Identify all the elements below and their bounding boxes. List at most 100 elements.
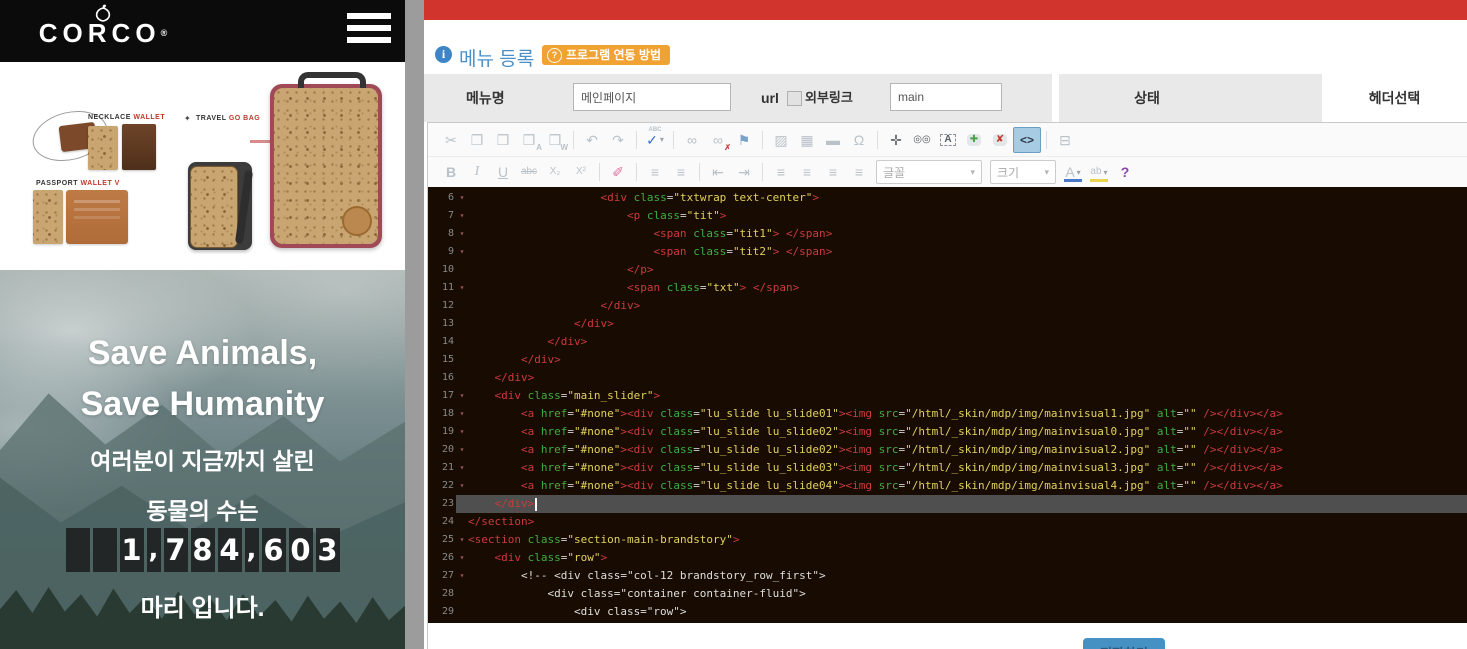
code-line-9[interactable]: 9▾ <span class="tit2"> </span> [428, 243, 1467, 261]
code-line-8[interactable]: 8▾ <span class="tit1"> </span> [428, 225, 1467, 243]
code-line-17[interactable]: 17▾ <div class="main_slider"> [428, 387, 1467, 405]
maximize-button[interactable]: ✛ [883, 128, 909, 152]
url-label: url [761, 74, 779, 122]
code-line-26[interactable]: 26▾ <div class="row"> [428, 549, 1467, 567]
fold-arrow-icon[interactable]: ▾ [456, 207, 468, 225]
code-line-23[interactable]: 23 </div> [428, 495, 1467, 513]
small-backpack-image[interactable] [188, 162, 252, 250]
size-select[interactable]: 크기▾ [990, 160, 1056, 184]
cut-button[interactable]: ✂ [438, 128, 464, 152]
hamburger-menu-icon[interactable] [347, 13, 391, 45]
code-line-22[interactable]: 22▾ <a href="#none"><div class="lu_slide… [428, 477, 1467, 495]
subscript-button[interactable]: X₂ [542, 160, 568, 184]
code-line-6[interactable]: 6▾ <div class="txtwrap text-center"> [428, 189, 1467, 207]
undo-button[interactable]: ↶ [579, 128, 605, 152]
code-line-30[interactable]: 30 <div class="col-12 col-xl-7 brandstor… [428, 621, 1467, 623]
url-input[interactable] [890, 83, 1002, 111]
remove-format-icon: ✐ [612, 165, 624, 179]
fold-arrow-icon[interactable]: ▾ [456, 225, 468, 243]
anchor-flag-button[interactable]: ⚑ [731, 128, 757, 152]
code-line-10[interactable]: 10 </p> [428, 261, 1467, 279]
align-left-button[interactable]: ≡ [768, 160, 794, 184]
code-line-27[interactable]: 27▾ <!-- <div class="col-12 brandstory_r… [428, 567, 1467, 585]
fold-arrow-icon[interactable]: ▾ [456, 441, 468, 459]
spell-check-button[interactable]: ABC✓▾ [642, 128, 668, 152]
paste-from-word-button[interactable]: ❒W [542, 128, 568, 152]
image-button[interactable]: ▨ [768, 128, 794, 152]
find-replace-button[interactable]: ◎◎ [909, 128, 935, 152]
fold-arrow-icon[interactable]: ▾ [456, 477, 468, 495]
code-line-7[interactable]: 7▾ <p class="tit"> [428, 207, 1467, 225]
special-char-button[interactable]: Ω [846, 128, 872, 152]
font-select[interactable]: 글꼴▾ [876, 160, 982, 184]
print-button[interactable]: ⊟ [1052, 128, 1078, 152]
code-line-13[interactable]: 13 </div> [428, 315, 1467, 333]
fold-arrow-icon[interactable]: ▾ [456, 279, 468, 297]
site-logo[interactable]: CORCO® [38, 4, 168, 47]
remove-format-button[interactable]: ✐ [605, 160, 631, 184]
italic-button[interactable]: I [464, 160, 490, 184]
code-line-15[interactable]: 15 </div> [428, 351, 1467, 369]
fold-arrow-icon[interactable]: ▾ [456, 387, 468, 405]
code-line-28[interactable]: 28 <div class="container container-fluid… [428, 585, 1467, 603]
toolbar-separator [877, 131, 878, 149]
balloon-add-button[interactable]: ✚ [961, 128, 987, 152]
code-line-11[interactable]: 11▾ <span class="txt"> </span> [428, 279, 1467, 297]
strikethrough-button[interactable]: abc [516, 160, 542, 184]
large-backpack-image[interactable] [270, 84, 382, 248]
fold-arrow-icon[interactable]: ▾ [456, 549, 468, 567]
help-button[interactable]: ? [1112, 160, 1138, 184]
fold-arrow-icon[interactable]: ▾ [456, 405, 468, 423]
counter-digit: 0 [289, 528, 313, 572]
code-line-12[interactable]: 12 </div> [428, 297, 1467, 315]
passport-wallet-cork-image [33, 190, 63, 244]
superscript-button[interactable]: X² [568, 160, 594, 184]
align-justify-button[interactable]: ≡ [846, 160, 872, 184]
fold-arrow-icon[interactable]: ▾ [456, 243, 468, 261]
fold-arrow-icon[interactable]: ▾ [456, 567, 468, 585]
source-button[interactable]: <> [1013, 127, 1041, 153]
menu-name-input[interactable] [573, 83, 731, 111]
paste-as-text-button[interactable]: ❒A [516, 128, 542, 152]
align-right-button[interactable]: ≡ [820, 160, 846, 184]
text-color-button[interactable]: A▾ [1060, 160, 1086, 184]
line-number: 8 [428, 225, 454, 243]
redo-button[interactable]: ↷ [605, 128, 631, 152]
bg-color-button[interactable]: ab▾ [1086, 160, 1112, 184]
external-link-checkbox[interactable] [787, 91, 802, 106]
copy-button[interactable]: ❐ [464, 128, 490, 152]
code-line-21[interactable]: 21▾ <a href="#none"><div class="lu_slide… [428, 459, 1467, 477]
code-line-19[interactable]: 19▾ <a href="#none"><div class="lu_slide… [428, 423, 1467, 441]
ordered-list-button[interactable]: ≡ [642, 160, 668, 184]
code-line-24[interactable]: 24</section> [428, 513, 1467, 531]
table-button[interactable]: ▦ [794, 128, 820, 152]
fold-arrow-icon[interactable]: ▾ [456, 459, 468, 477]
code-line-18[interactable]: 18▾ <a href="#none"><div class="lu_slide… [428, 405, 1467, 423]
source-code-area[interactable]: 6▾ <div class="txtwrap text-center">7▾ <… [428, 187, 1467, 623]
code-line-16[interactable]: 16 </div> [428, 369, 1467, 387]
underline-button[interactable]: U [490, 160, 516, 184]
horizontal-line-button[interactable]: ▬ [820, 128, 846, 152]
hero-subtitle1: 여러분이 지금까지 살린 [0, 442, 405, 476]
outdent-button[interactable]: ⇤ [705, 160, 731, 184]
code-text: <p class="tit"> [468, 207, 726, 225]
code-line-20[interactable]: 20▾ <a href="#none"><div class="lu_slide… [428, 441, 1467, 459]
code-line-25[interactable]: 25▾<section class="section-main-brandsto… [428, 531, 1467, 549]
balloon-remove-button[interactable]: ✘ [987, 128, 1013, 152]
indent-button[interactable]: ⇥ [731, 160, 757, 184]
align-center-button[interactable]: ≡ [794, 160, 820, 184]
program-link-help-button[interactable]: ? 프로그램 연동 방법 [542, 45, 670, 65]
save-button[interactable]: 저장하기 [1083, 638, 1165, 649]
fold-arrow-icon[interactable]: ▾ [456, 531, 468, 549]
paste-button[interactable]: ❒ [490, 128, 516, 152]
fold-arrow-icon[interactable]: ▾ [456, 423, 468, 441]
code-line-14[interactable]: 14 </div> [428, 333, 1467, 351]
bold-button[interactable]: B [438, 160, 464, 184]
fold-arrow-icon[interactable]: ▾ [456, 189, 468, 207]
unlink-button[interactable]: ∞✗ [705, 128, 731, 152]
select-all-button[interactable]: A [935, 128, 961, 152]
unordered-list-button[interactable]: ≡ [668, 160, 694, 184]
code-line-29[interactable]: 29 <div class="row"> [428, 603, 1467, 621]
fold-gutter [456, 333, 468, 351]
link-button[interactable]: ∞ [679, 128, 705, 152]
